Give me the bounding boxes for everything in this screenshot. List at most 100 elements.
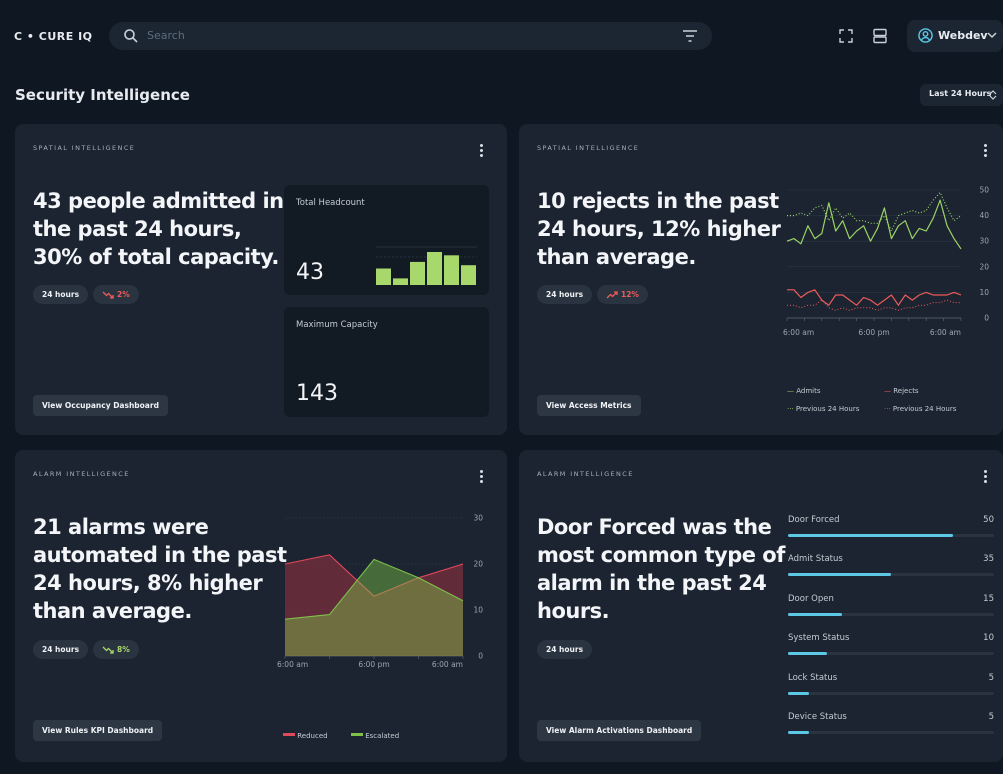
bar-track <box>788 573 994 576</box>
legend-escalated: Escalated <box>351 732 399 740</box>
y-tick-label: 20 <box>979 262 989 271</box>
headline-line: 24 hours, 12% higher <box>537 217 781 241</box>
time-range-select[interactable]: Last 24 Hours <box>920 84 1003 106</box>
tile-value: 43 <box>296 260 324 285</box>
alarm-type-label: System Status <box>788 633 850 643</box>
bar-fill <box>788 652 828 655</box>
x-tick-label: 6:00 am <box>783 328 814 337</box>
legend-previous-admits: ··· Previous 24 Hours <box>787 405 860 413</box>
headline-line: 43 people admitted in <box>33 189 284 213</box>
alarm-type-label: Device Status <box>788 712 847 722</box>
search-icon <box>124 29 138 43</box>
alarm-type-row: System Status 10 <box>788 633 994 663</box>
change-pill: 8% <box>93 640 139 659</box>
more-options-icon[interactable] <box>478 144 484 158</box>
bar-fill <box>788 534 953 537</box>
page-title: Security Intelligence <box>15 86 190 104</box>
change-value: 8% <box>117 645 130 654</box>
trend-down-icon <box>102 291 114 299</box>
trend-up-icon <box>606 291 618 299</box>
time-range-pill: 24 hours <box>537 285 593 304</box>
fullscreen-icon[interactable] <box>838 28 854 44</box>
y-tick-label: 30 <box>473 514 483 523</box>
view-occupancy-dashboard-button[interactable]: View Occupancy Dashboard <box>33 395 168 416</box>
filter-icon[interactable] <box>682 29 698 43</box>
time-range-pill: 24 hours <box>537 640 593 659</box>
y-tick-label: 40 <box>979 211 989 220</box>
legend-previous-rejects: ··· Previous 24 Hours <box>884 405 957 413</box>
occupancy-card: SPATIAL INTELLIGENCE 43 people admitted … <box>15 124 507 435</box>
layout-icon[interactable] <box>872 28 888 44</box>
alarm-type-row: Device Status 5 <box>788 712 994 742</box>
alarm-types-card: ALARM INTELLIGENCE Door Forced was the m… <box>519 450 1003 762</box>
legend-label: Escalated <box>365 732 400 740</box>
y-tick-label: 0 <box>984 314 989 323</box>
time-range-pill: 24 hours <box>33 640 89 659</box>
card-tag: ALARM INTELLIGENCE <box>33 470 130 478</box>
headline-line: than average. <box>33 599 192 623</box>
headline-line: 30% of total capacity. <box>33 245 279 269</box>
app-logo[interactable]: C • CURE IQ <box>14 30 93 43</box>
headline-line: Door Forced was the <box>537 515 772 539</box>
top-bar: C • CURE IQ Search Webdev <box>0 8 1003 58</box>
more-options-icon[interactable] <box>478 470 484 484</box>
headline-line: 24 hours, 8% higher <box>33 571 263 595</box>
alarm-type-count: 15 <box>983 594 994 604</box>
time-range-pill: 24 hours <box>33 285 89 304</box>
series-line <box>787 299 961 311</box>
maximum-capacity-tile: Maximum Capacity 143 <box>284 307 489 417</box>
tile-label: Maximum Capacity <box>296 320 378 330</box>
app-window: C • CURE IQ Search Webdev Security Intel… <box>0 0 1003 774</box>
headcount-sparkline <box>376 246 477 285</box>
series-line <box>786 199 962 250</box>
alarm-type-count: 5 <box>988 673 994 683</box>
tile-label: Total Headcount <box>296 198 365 208</box>
card-tag: ALARM INTELLIGENCE <box>537 470 634 478</box>
view-access-metrics-button[interactable]: View Access Metrics <box>537 395 641 416</box>
search-bar[interactable]: Search <box>109 22 712 50</box>
alarm-type-row: Lock Status 5 <box>788 673 994 703</box>
access-metrics-card: SPATIAL INTELLIGENCE 10 rejects in the p… <box>519 124 1003 435</box>
x-tick-label: 6:00 pm <box>358 660 389 669</box>
chevron-down-icon <box>987 32 997 39</box>
y-tick-label: 10 <box>979 288 989 297</box>
bar-track <box>788 652 994 655</box>
alarm-type-label: Lock Status <box>788 673 838 683</box>
change-value: 2% <box>117 290 130 299</box>
legend-label: Previous 24 Hours <box>795 405 860 413</box>
legend-reduced: Reduced <box>283 732 328 740</box>
user-name: Webdev <box>938 29 988 42</box>
alarm-type-count: 50 <box>983 515 994 525</box>
bar-fill <box>788 573 891 576</box>
alarm-type-count: 10 <box>983 633 994 643</box>
headline-line: the past 24 hours, <box>33 217 242 241</box>
spark-bar <box>427 252 442 285</box>
legend-label: Admits <box>796 387 821 395</box>
view-rules-kpi-dashboard-button[interactable]: View Rules KPI Dashboard <box>33 720 163 741</box>
y-tick-label: 10 <box>473 606 483 615</box>
change-pill: 2% <box>93 285 139 304</box>
search-input[interactable]: Search <box>147 29 185 42</box>
more-options-icon[interactable] <box>982 470 988 484</box>
user-avatar-icon <box>918 28 933 43</box>
alarm-type-row: Admit Status 35 <box>788 554 994 584</box>
more-options-icon[interactable] <box>982 144 988 158</box>
card-headline: Door Forced was the most common type of … <box>537 513 785 625</box>
spark-bar <box>376 268 391 285</box>
y-tick-label: 20 <box>473 560 483 569</box>
view-alarm-activations-dashboard-button[interactable]: View Alarm Activations Dashboard <box>537 720 702 741</box>
alarm-type-count: 5 <box>988 712 994 722</box>
headline-line: 10 rejects in the past <box>537 189 779 213</box>
card-headline: 21 alarms were automated in the past 24 … <box>33 513 287 625</box>
spark-bar <box>444 255 459 285</box>
series-line <box>787 192 962 232</box>
legend-label: Previous 24 Hours <box>892 405 957 413</box>
x-tick-label: 6:00 am <box>930 328 961 337</box>
legend-admits: — Admits <box>787 387 821 395</box>
spark-bar <box>410 261 425 285</box>
bar-fill <box>788 692 809 695</box>
y-tick-label: 30 <box>979 237 989 246</box>
bar-fill <box>788 613 842 616</box>
y-tick-label: 0 <box>478 652 483 661</box>
user-menu-button[interactable]: Webdev <box>907 20 1003 52</box>
